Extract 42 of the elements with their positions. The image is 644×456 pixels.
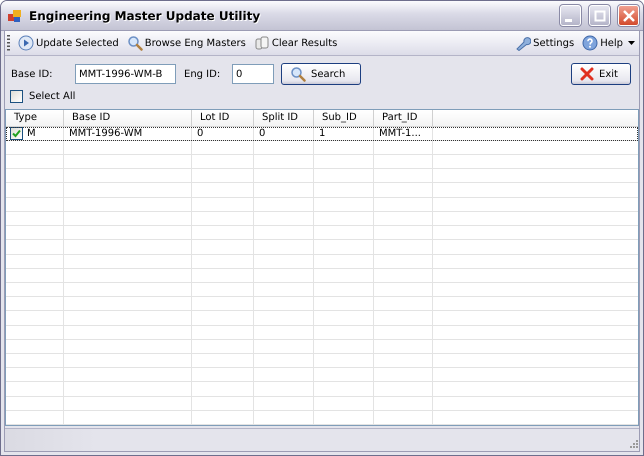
table-cell: MMT-1996-WM [64,126,192,140]
toolbar-button[interactable]: Browse Eng Masters [124,33,249,53]
close-button[interactable] [618,5,639,26]
column-header[interactable]: Base ID [64,110,192,126]
column-header[interactable]: Part_ID [374,110,433,126]
minimize-icon [565,19,572,22]
field-label: Eng ID: [184,68,222,80]
column-header[interactable]: Lot ID [192,110,254,126]
close-icon [622,8,636,22]
wrench-icon [515,35,532,51]
column-header[interactable]: Type [6,110,64,126]
help-icon [582,35,598,51]
close-icon [580,67,594,81]
check-icon [12,128,21,138]
select-all-checkbox[interactable] [10,90,23,103]
column-header[interactable]: Sub_ID [314,110,374,126]
toolbar-button[interactable]: Clear Results [250,33,340,53]
field-label: Base ID: [11,68,54,80]
toolbar-button[interactable]: Update Selected [15,33,122,53]
maximize-icon [592,8,606,22]
play-icon [18,35,34,51]
table-cell: M [27,128,36,139]
column-header[interactable]: Split ID [254,110,314,126]
checkbox-label: Select All [29,91,76,102]
search-button[interactable]: Search [281,63,361,85]
exit-button[interactable]: Exit [571,63,631,85]
resize-grip-icon [627,439,639,451]
table-cell: MMT-1... [374,126,433,140]
window-title: Engineering Master Update Utility [29,8,262,22]
search-icon [126,35,143,51]
base-id-field[interactable]: MMT-1996-WM-B [75,64,176,84]
table-cell: 1 [314,126,374,140]
app-icon [7,8,23,24]
caret-icon [628,41,635,45]
table-cell: 0 [254,126,314,140]
search-icon [290,66,306,82]
eng-id-field[interactable]: 0 [232,64,274,84]
row-checkbox[interactable] [10,126,23,140]
toolbar-button[interactable]: Settings [512,33,578,53]
toolbar-grip[interactable] [7,35,10,51]
table-cell: 0 [192,126,254,140]
toolbar-button[interactable]: Help [579,33,626,53]
